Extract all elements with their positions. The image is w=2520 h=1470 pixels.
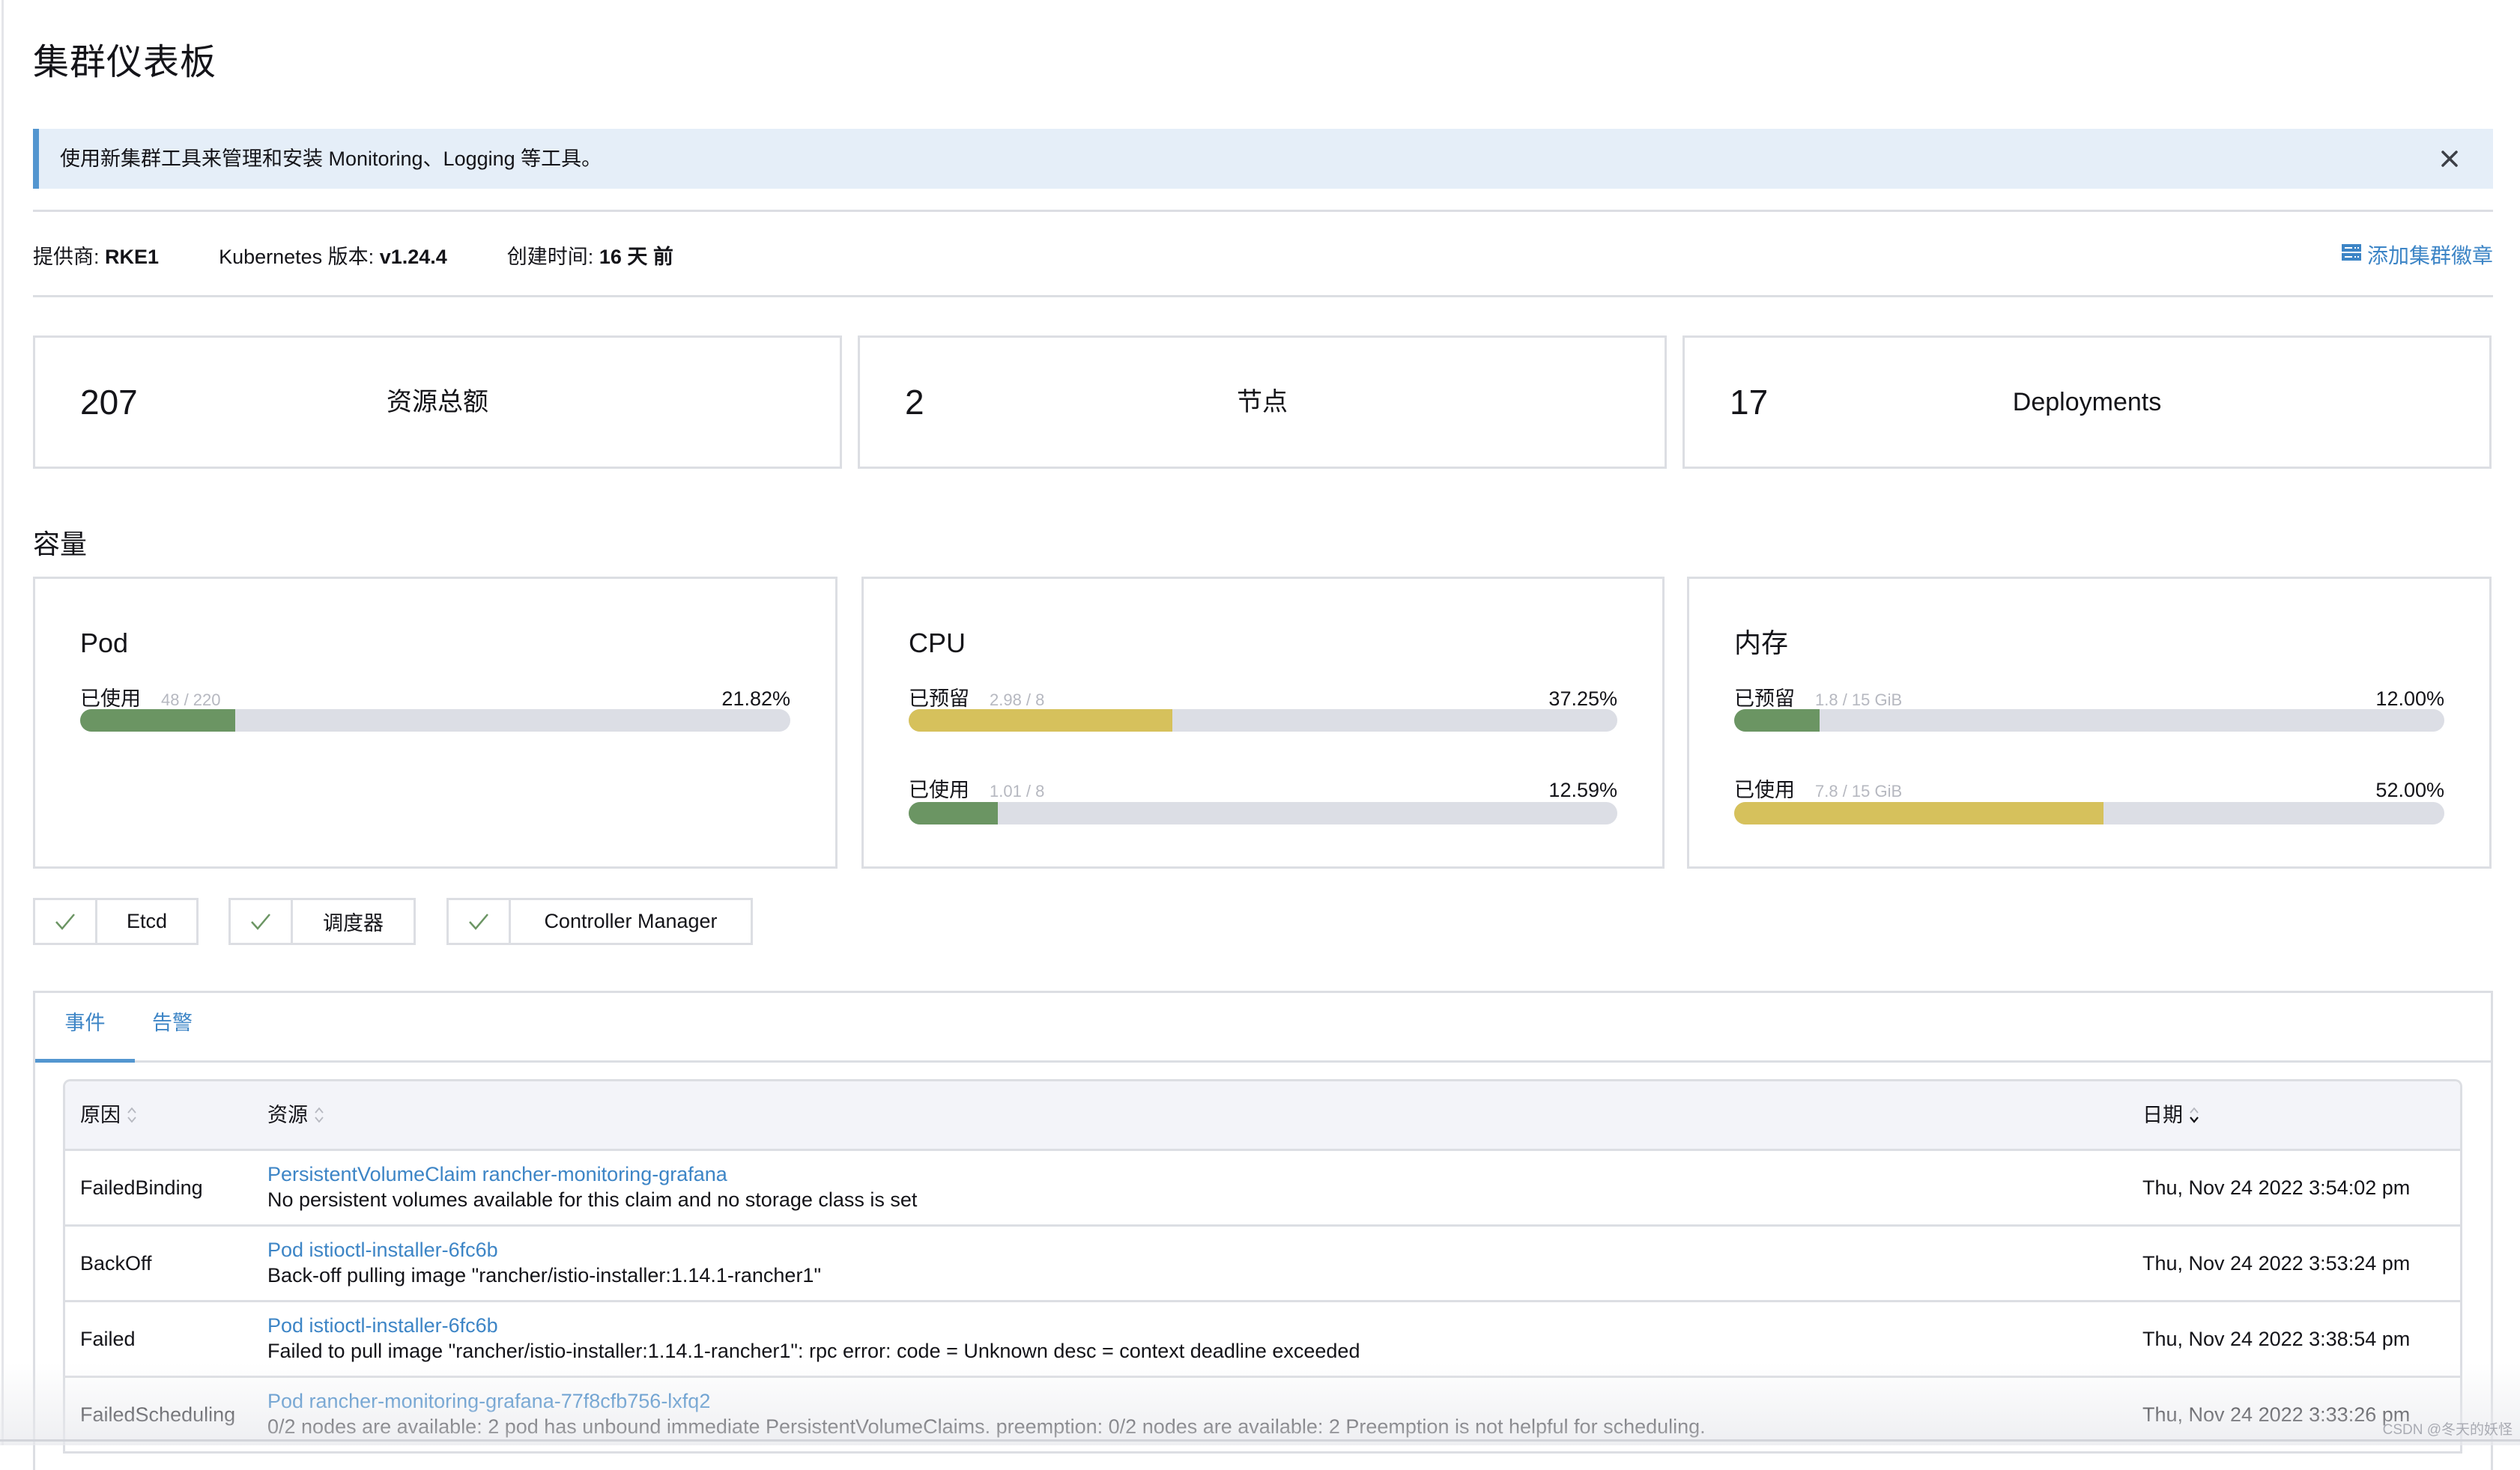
- column-header-reason[interactable]: 原因: [80, 1081, 137, 1149]
- event-resource-cell: Pod istioctl-installer-6fc6b Failed to p…: [267, 1313, 1360, 1364]
- capacity-row-percent: 12.59%: [1548, 779, 1617, 801]
- stat-label: 节点: [1237, 388, 1288, 416]
- stat-card-nodes[interactable]: 2 节点: [858, 335, 1667, 469]
- progress-bar-fill: [1734, 709, 1820, 732]
- event-resource-cell: Pod rancher-monitoring-grafana-77f8cfb75…: [267, 1388, 1706, 1439]
- event-message: No persistent volumes available for this…: [267, 1188, 918, 1211]
- component-name: Controller Manager: [544, 910, 718, 932]
- sort-desc-icon: [2190, 1107, 2199, 1123]
- table-row: FailedBinding PersistentVolumeClaim ranc…: [65, 1151, 2460, 1227]
- capacity-card-memory: 内存 已预留 1.8 / 15 GiB 12.00% 已使用 7.8 / 15 …: [1687, 577, 2492, 869]
- add-cluster-badge-link[interactable]: 添加集群徽章: [2341, 238, 2493, 271]
- capacity-row: 已使用 1.01 / 8 12.59%: [909, 775, 1617, 805]
- kubernetes-version-label: Kubernetes 版本:: [219, 245, 375, 268]
- provider-info: 提供商: RKE1: [33, 240, 159, 270]
- progress-bar-fill: [909, 802, 999, 824]
- page-title: 集群仪表板: [33, 43, 217, 82]
- event-date: Thu, Nov 24 2022 3:38:54 pm: [2142, 1328, 2411, 1350]
- info-banner: 使用新集群工具来管理和安装 Monitoring、Logging 等工具。: [33, 129, 2493, 189]
- event-resource-link[interactable]: PersistentVolumeClaim rancher-monitoring…: [267, 1161, 917, 1187]
- tab-alerts[interactable]: 告警: [135, 993, 210, 1060]
- capacity-row-label: 已使用: [1734, 779, 1795, 801]
- event-reason: FailedBinding: [80, 1176, 203, 1199]
- event-message: Back-off pulling image "rancher/istio-in…: [267, 1264, 822, 1287]
- created-value: 16 天 前: [599, 245, 673, 268]
- event-resource-cell: Pod istioctl-installer-6fc6b Back-off pu…: [267, 1237, 821, 1288]
- progress-bar-fill: [1734, 802, 2103, 824]
- horizontal-scrollbar[interactable]: [0, 1439, 2520, 1442]
- progress-bar: [1734, 709, 2444, 732]
- cluster-info-row: 提供商: RKE1 Kubernetes 版本: v1.24.4 创建时间: 1…: [33, 238, 733, 271]
- event-date: Thu, Nov 24 2022 3:53:24 pm: [2142, 1252, 2411, 1275]
- capacity-card-title: 内存: [1734, 628, 1789, 658]
- progress-bar-fill: [80, 709, 235, 732]
- provider-value: RKE1: [105, 245, 160, 268]
- close-icon[interactable]: [2436, 145, 2463, 172]
- divider: [33, 210, 2493, 212]
- event-message: Failed to pull image "rancher/istio-inst…: [267, 1340, 1360, 1362]
- stat-label: Deployments: [2012, 388, 2162, 416]
- created-label: 创建时间:: [506, 245, 594, 268]
- capacity-row-percent: 52.00%: [2375, 779, 2444, 801]
- check-icon: [449, 900, 511, 943]
- capacity-section-title: 容量: [33, 529, 88, 559]
- stat-card-resources[interactable]: 207 资源总额: [33, 335, 842, 469]
- tab-strip: 事件 告警: [35, 993, 2491, 1063]
- created-info: 创建时间: 16 天 前: [507, 240, 673, 270]
- progress-bar: [80, 709, 790, 732]
- events-table: 原因 资源 日期 FailedBinding PersistentVolumeC…: [63, 1079, 2462, 1454]
- table-row: FailedScheduling Pod rancher-monitoring-…: [65, 1378, 2460, 1454]
- component-status-controller-manager: Controller Manager: [446, 898, 753, 945]
- component-status-scheduler: 调度器: [228, 898, 416, 945]
- event-message: 0/2 nodes are available: 2 pod has unbou…: [267, 1415, 1706, 1438]
- kubernetes-version-info: Kubernetes 版本: v1.24.4: [219, 240, 447, 270]
- event-resource-link[interactable]: Pod istioctl-installer-6fc6b: [267, 1237, 821, 1263]
- progress-bar: [909, 709, 1617, 732]
- event-reason: BackOff: [80, 1252, 152, 1275]
- event-date: Thu, Nov 24 2022 3:54:02 pm: [2142, 1176, 2411, 1199]
- sort-icon: [315, 1107, 324, 1123]
- page-left-edge: [1, 0, 4, 1445]
- capacity-row: 已使用 7.8 / 15 GiB 52.00%: [1734, 775, 2444, 805]
- capacity-card-title: Pod: [80, 628, 129, 658]
- kubernetes-version-value: v1.24.4: [379, 245, 447, 268]
- table-header: 原因 资源 日期: [65, 1081, 2460, 1151]
- progress-bar-fill: [909, 709, 1173, 732]
- table-row: Failed Pod istioctl-installer-6fc6b Fail…: [65, 1302, 2460, 1378]
- column-label: 原因: [80, 1104, 121, 1126]
- provider-label: 提供商:: [33, 245, 100, 268]
- event-resource-cell: PersistentVolumeClaim rancher-monitoring…: [267, 1161, 917, 1212]
- component-name: Etcd: [126, 910, 168, 932]
- tab-events[interactable]: 事件: [35, 993, 135, 1063]
- capacity-card-cpu: CPU 已预留 2.98 / 8 37.25% 已使用 1.01 / 8 12.…: [861, 577, 1665, 869]
- add-cluster-badge-label: 添加集群徽章: [2366, 244, 2493, 267]
- column-label: 日期: [2142, 1104, 2183, 1126]
- event-resource-link[interactable]: Pod istioctl-installer-6fc6b: [267, 1313, 1360, 1338]
- progress-bar: [1734, 802, 2444, 824]
- capacity-row-label: 已使用: [909, 779, 969, 801]
- stat-card-deployments[interactable]: 17 Deployments: [1682, 335, 2492, 469]
- divider: [33, 295, 2493, 297]
- banner-text: 使用新集群工具来管理和安装 Monitoring、Logging 等工具。: [60, 148, 602, 170]
- event-resource-link[interactable]: Pod rancher-monitoring-grafana-77f8cfb75…: [267, 1388, 1706, 1414]
- progress-bar: [909, 802, 1617, 824]
- component-status-etcd: Etcd: [33, 898, 199, 945]
- event-reason: Failed: [80, 1328, 136, 1350]
- table-row: BackOff Pod istioctl-installer-6fc6b Bac…: [65, 1227, 2460, 1302]
- capacity-card-title: CPU: [909, 628, 966, 658]
- sort-icon: [127, 1107, 136, 1123]
- column-header-date[interactable]: 日期: [2142, 1081, 2199, 1149]
- check-icon: [35, 900, 97, 943]
- column-header-resource[interactable]: 资源: [267, 1081, 324, 1149]
- capacity-card-pod: Pod 已使用 48 / 220 21.82%: [33, 577, 838, 869]
- column-label: 资源: [267, 1104, 308, 1126]
- watermark: CSDN @冬天的妖怪: [2382, 1422, 2513, 1438]
- component-name: 调度器: [323, 912, 384, 935]
- stat-label: 资源总额: [387, 388, 488, 416]
- server-icon: [2341, 243, 2367, 267]
- check-icon: [231, 900, 293, 943]
